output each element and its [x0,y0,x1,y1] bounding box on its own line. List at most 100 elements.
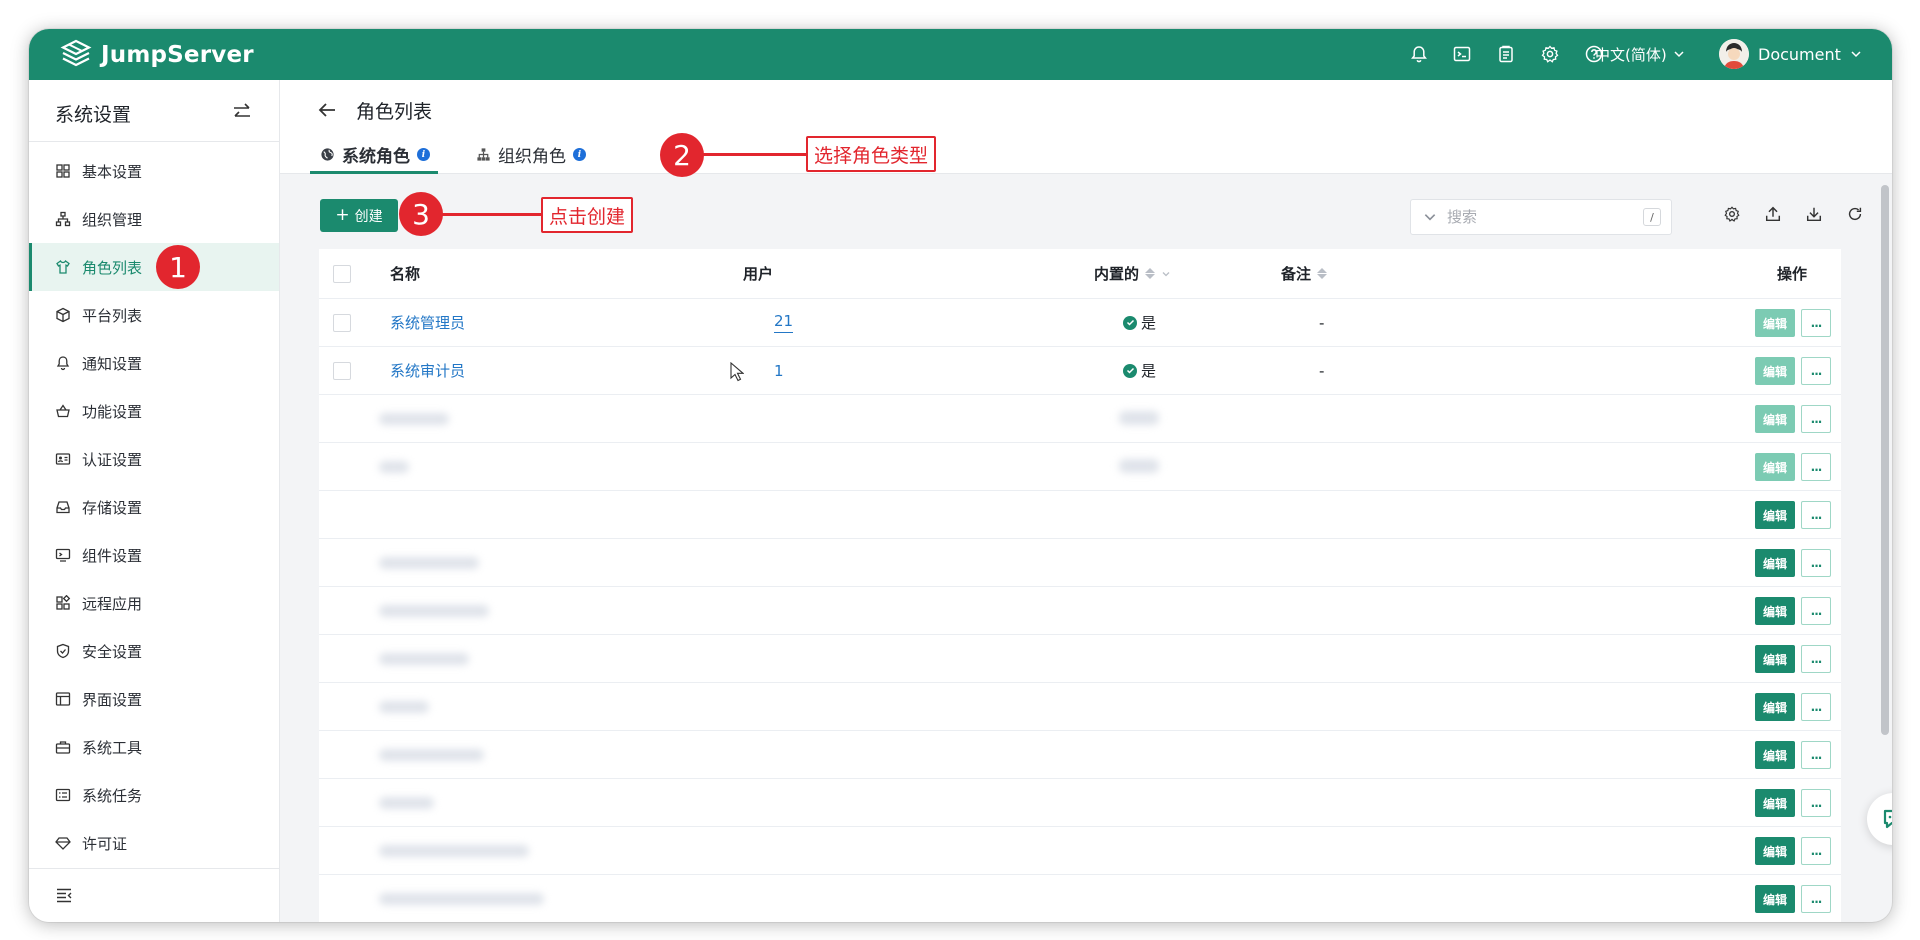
edit-button[interactable]: 编辑 [1755,405,1795,433]
edit-button[interactable]: 编辑 [1755,837,1795,865]
check-circle-icon [1123,363,1137,378]
blurred-cell [379,653,469,665]
globe-icon [321,148,334,161]
collapse-menu-icon[interactable] [55,886,73,904]
sidebar-item-notification[interactable]: 通知设置 [29,339,279,387]
table-row: 编辑... [319,587,1841,635]
sidebar-item-security[interactable]: 安全设置 [29,627,279,675]
language-select[interactable]: 中文(简体) [1595,41,1685,67]
tab-system-roles[interactable]: 系统角色 i [310,135,438,174]
more-actions-button[interactable]: ... [1801,501,1831,529]
edit-button[interactable]: 编辑 [1755,501,1795,529]
select-all-checkbox[interactable] [333,249,351,298]
blurred-cell [379,845,529,857]
table-row: 编辑... [319,395,1841,443]
sort-icon[interactable] [1145,268,1156,279]
more-actions-button[interactable]: ... [1801,789,1831,817]
column-header-actions: 操作 [1777,265,1808,283]
upload-icon[interactable] [1764,205,1786,227]
role-name-link[interactable]: 系统管理员 [390,312,465,333]
more-actions-button[interactable]: ... [1801,597,1831,625]
more-actions-button[interactable]: ... [1801,741,1831,769]
column-header-comment[interactable]: 备注 [1281,249,1328,298]
id-card-icon [55,453,71,465]
column-settings-icon[interactable] [1723,205,1745,227]
sidebar-item-org[interactable]: 组织管理 [29,195,279,243]
sidebar-item-label: 系统工具 [82,738,143,757]
user-menu[interactable]: Document [1719,36,1862,72]
search-box[interactable]: / [1410,199,1672,235]
edit-button[interactable]: 编辑 [1755,309,1795,337]
edit-button[interactable]: 编辑 [1755,357,1795,385]
edit-button[interactable]: 编辑 [1755,597,1795,625]
clipboard-icon[interactable] [1494,42,1518,66]
sidebar-item-label: 系统任务 [82,786,143,805]
role-name-link[interactable]: 系统审计员 [390,360,465,381]
column-header-users: 用户 [743,265,774,283]
edit-button[interactable]: 编辑 [1755,645,1795,673]
sidebar-item-platforms[interactable]: 平台列表 [29,291,279,339]
more-actions-button[interactable]: ... [1801,645,1831,673]
sidebar-item-label: 界面设置 [82,690,143,709]
builtin-status: 是 [1123,312,1156,333]
settings-icon[interactable] [1538,42,1562,66]
back-arrow-icon[interactable] [316,99,338,121]
sidebar-item-license[interactable]: 许可证 [29,819,279,867]
sidebar-item-features[interactable]: 功能设置 [29,387,279,435]
edit-button[interactable]: 编辑 [1755,453,1795,481]
search-input[interactable] [1447,208,1627,226]
more-actions-button[interactable]: ... [1801,837,1831,865]
row-checkbox[interactable] [333,299,351,346]
sidebar: 系统设置 基本设置 组织管理 角色列表 平台列表 通知设置 功能设置 认证设置 … [29,80,280,922]
row-checkbox[interactable] [333,347,351,394]
edit-button[interactable]: 编辑 [1755,741,1795,769]
more-actions-button[interactable]: ... [1801,885,1831,913]
users-count-link[interactable]: 1 [774,362,784,380]
sidebar-header: 系统设置 [29,80,279,142]
inbox-icon [56,501,70,514]
avatar [1719,39,1749,69]
edit-button[interactable]: 编辑 [1755,549,1795,577]
annotation-3: 3 [399,192,443,236]
terminal-icon[interactable] [1450,42,1474,66]
scrollbar-thumb[interactable] [1881,185,1889,735]
more-actions-button[interactable]: ... [1801,405,1831,433]
more-actions-button[interactable]: ... [1801,549,1831,577]
more-actions-button[interactable]: ... [1801,693,1831,721]
tab-org-roles[interactable]: 组织角色 i [476,135,586,174]
refresh-icon[interactable] [1846,205,1868,227]
sidebar-item-label: 许可证 [82,834,128,853]
sidebar-item-storage[interactable]: 存储设置 [29,483,279,531]
sidebar-item-remote-apps[interactable]: 远程应用 [29,579,279,627]
annotation-2: 2 [660,133,704,177]
more-actions-button[interactable]: ... [1801,357,1831,385]
edit-button[interactable]: 编辑 [1755,885,1795,913]
sidebar-item-tools[interactable]: 系统工具 [29,723,279,771]
sort-icon[interactable] [1317,268,1328,279]
sidebar-item-auth[interactable]: 认证设置 [29,435,279,483]
edit-button[interactable]: 编辑 [1755,693,1795,721]
blurred-cell [1119,459,1159,473]
info-icon: i [417,148,430,161]
download-icon[interactable] [1805,205,1827,227]
sidebar-item-tasks[interactable]: 系统任务 [29,771,279,819]
mouse-cursor-icon [730,362,744,382]
more-actions-button[interactable]: ... [1801,309,1831,337]
sidebar-item-roles[interactable]: 角色列表 [29,243,279,291]
logo[interactable]: JumpServer [59,37,254,73]
create-button[interactable]: + 创建 [320,199,398,232]
edit-button[interactable]: 编辑 [1755,789,1795,817]
switch-arrows-icon[interactable] [231,102,253,122]
language-label: 中文(简体) [1595,45,1667,64]
users-count-link[interactable]: 21 [774,312,794,333]
sidebar-item-components[interactable]: 组件设置 [29,531,279,579]
more-actions-button[interactable]: ... [1801,453,1831,481]
bell-icon[interactable] [1407,42,1431,66]
chevron-down-icon [1674,51,1684,58]
sidebar-item-basic[interactable]: 基本设置 [29,147,279,195]
chat-button[interactable] [1867,793,1892,845]
sidebar-item-interface[interactable]: 界面设置 [29,675,279,723]
filter-chevron-icon[interactable] [1161,269,1171,279]
column-header-builtin[interactable]: 内置的 [1094,249,1171,298]
chevron-down-icon [1851,51,1861,58]
